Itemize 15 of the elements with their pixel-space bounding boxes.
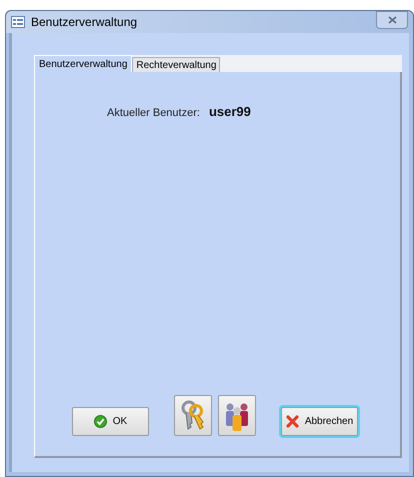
- close-icon: [388, 16, 396, 24]
- user-name: user99: [208, 103, 251, 121]
- form-icon: [11, 16, 25, 28]
- users-button[interactable]: [218, 395, 256, 436]
- cancel-button[interactable]: Abbrechen: [281, 407, 358, 436]
- window-title: Benutzerverwaltung: [31, 14, 138, 31]
- close-button[interactable]: [376, 10, 408, 28]
- tab[interactable]: Rechteverwaltung: [132, 57, 220, 72]
- keys-button[interactable]: [174, 395, 212, 436]
- cross-icon: [286, 415, 299, 428]
- check-icon: [94, 415, 107, 428]
- keys-icon: [180, 400, 206, 432]
- tab[interactable]: Benutzerverwaltung: [34, 55, 132, 72]
- field-label: Aktueller Benutzer:: [107, 106, 200, 121]
- ok-button[interactable]: OK: [72, 407, 149, 436]
